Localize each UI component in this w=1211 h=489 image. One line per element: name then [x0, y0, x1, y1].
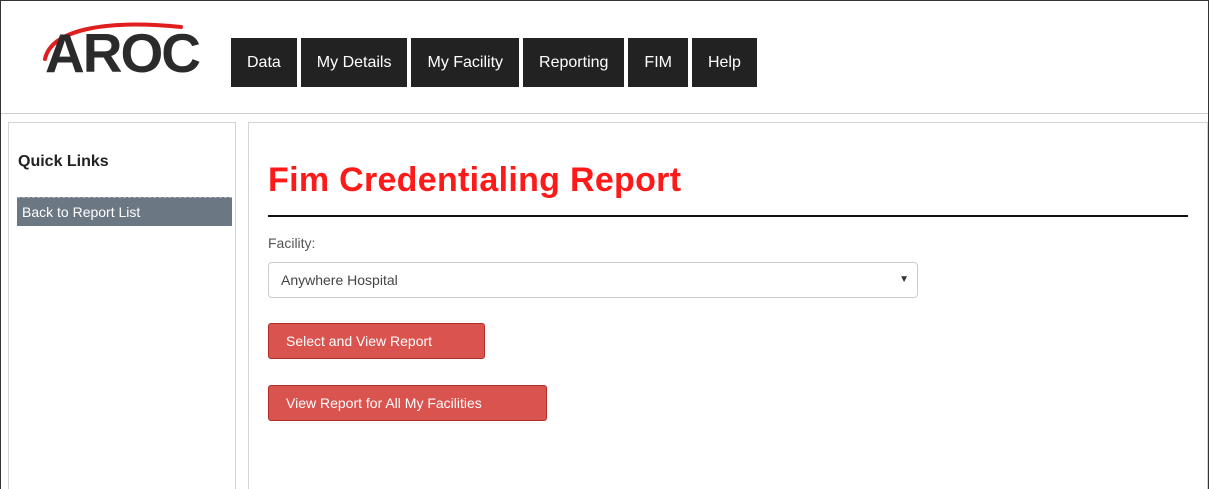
- chevron-down-icon: ▼: [899, 274, 909, 285]
- logo-text: AROC: [45, 22, 201, 84]
- sidebar-title: Quick Links: [18, 153, 109, 170]
- sidebar-link-back-to-report-list[interactable]: Back to Report List: [17, 197, 232, 226]
- nav-fim[interactable]: FIM: [628, 38, 688, 87]
- main-panel: Fim Credentialing Report Facility: Anywh…: [248, 122, 1208, 489]
- nav-reporting[interactable]: Reporting: [523, 38, 625, 87]
- main-nav: Data My Details My Facility Reporting FI…: [231, 38, 757, 87]
- nav-data[interactable]: Data: [231, 38, 297, 87]
- nav-my-details[interactable]: My Details: [300, 38, 408, 87]
- page-title: Fim Credentialing Report: [268, 161, 682, 199]
- nav-help[interactable]: Help: [691, 38, 757, 87]
- facility-selected-value: Anywhere Hospital: [281, 272, 398, 288]
- aroc-logo[interactable]: AROC: [31, 19, 231, 83]
- nav-my-facility[interactable]: My Facility: [411, 38, 520, 87]
- select-and-view-report-button[interactable]: Select and View Report: [268, 323, 485, 359]
- view-report-all-facilities-button[interactable]: View Report for All My Facilities: [268, 385, 547, 421]
- title-divider: [268, 215, 1188, 217]
- header: AROC Data My Details My Facility Reporti…: [1, 1, 1208, 114]
- facility-select[interactable]: Anywhere Hospital ▼: [268, 262, 918, 298]
- facility-label: Facility:: [268, 235, 316, 251]
- sidebar: Quick Links Back to Report List: [8, 122, 236, 489]
